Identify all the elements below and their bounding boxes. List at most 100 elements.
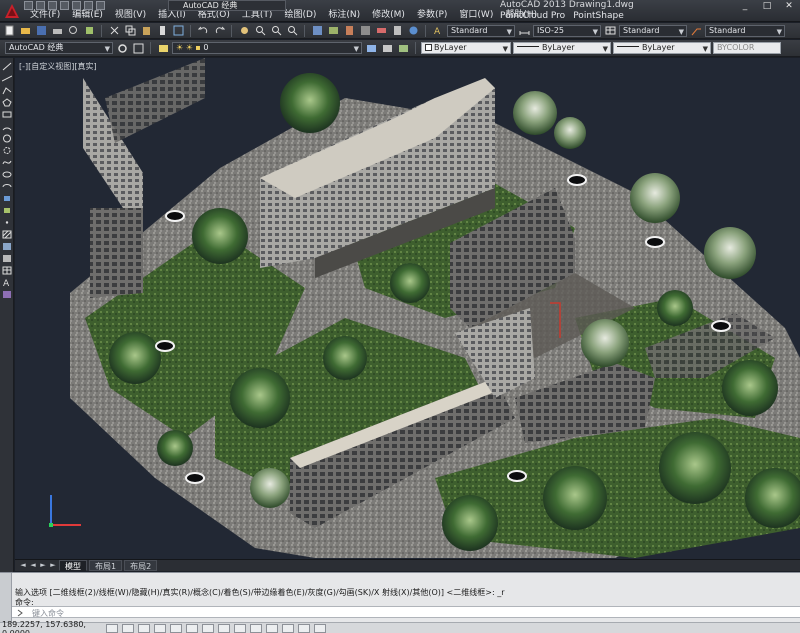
match-properties-icon[interactable] <box>155 24 169 37</box>
snap-mode-icon[interactable] <box>122 624 134 633</box>
first-tab-icon[interactable]: ◄ <box>19 561 27 570</box>
quick-properties-icon[interactable] <box>298 624 310 633</box>
multileader-style-select[interactable]: Standard ▼ <box>705 24 785 37</box>
3d-object-snap-icon[interactable] <box>202 624 214 633</box>
layer-previous-icon[interactable] <box>380 42 394 55</box>
last-tab-icon[interactable]: ► <box>49 561 57 570</box>
circle-icon[interactable] <box>1 134 12 143</box>
new-icon[interactable] <box>24 1 33 10</box>
workspace-settings-icon[interactable] <box>115 42 129 55</box>
block-editor-icon[interactable] <box>171 24 185 37</box>
polar-tracking-icon[interactable] <box>170 624 182 633</box>
tab-layout1[interactable]: 布局1 <box>89 560 123 571</box>
menu-item[interactable]: 标注(N) <box>322 9 366 21</box>
ellipse-icon[interactable] <box>1 170 12 179</box>
cut-icon[interactable] <box>107 24 121 37</box>
arc-icon[interactable] <box>1 122 12 131</box>
undo-icon[interactable] <box>196 24 210 37</box>
zoom-window-icon[interactable] <box>269 24 283 37</box>
make-block-icon[interactable] <box>1 206 12 215</box>
text-style-select[interactable]: Standard ▼ <box>447 24 515 37</box>
linetype-select[interactable]: ByLayer ▼ <box>513 42 611 54</box>
menu-pointcloud-pro[interactable]: PointCloud Pro <box>500 11 565 22</box>
plotstyle-select[interactable]: BYCOLOR <box>713 42 781 54</box>
multiline-text-icon[interactable]: A <box>1 278 12 287</box>
next-tab-icon[interactable]: ► <box>39 561 47 570</box>
point-icon[interactable] <box>1 218 12 227</box>
calculator-icon[interactable] <box>390 24 404 37</box>
transparency-icon[interactable] <box>282 624 294 633</box>
insert-block-icon[interactable] <box>1 194 12 203</box>
redo-icon[interactable] <box>212 24 226 37</box>
drawing-viewport[interactable]: [-][自定义视图][真实] <box>15 58 800 559</box>
tool-palettes-icon[interactable] <box>342 24 356 37</box>
construction-line-icon[interactable] <box>1 74 12 83</box>
grid-display-icon[interactable] <box>138 624 150 633</box>
menu-item[interactable]: 参数(P) <box>411 9 453 21</box>
maximize-icon[interactable]: □ <box>756 0 778 11</box>
plot-preview-icon[interactable] <box>66 24 80 37</box>
color-select[interactable]: ByLayer ▼ <box>421 42 511 54</box>
command-input[interactable]: 键入命令 <box>12 606 800 618</box>
layer-select[interactable]: ☀ ☀ ▪ 0 ▼ <box>172 42 362 54</box>
workspace-dropdown-icon[interactable] <box>131 42 145 55</box>
rectangle-icon[interactable] <box>1 110 12 119</box>
sheet-set-icon[interactable] <box>358 24 372 37</box>
save-file-icon[interactable] <box>34 24 48 37</box>
hatch-icon[interactable] <box>1 230 12 239</box>
plot-icon[interactable] <box>50 24 64 37</box>
lineweight-icon[interactable] <box>266 624 278 633</box>
revision-cloud-icon[interactable] <box>1 146 12 155</box>
prev-tab-icon[interactable]: ◄ <box>29 561 37 570</box>
design-center-icon[interactable] <box>326 24 340 37</box>
application-menu-button[interactable] <box>0 0 24 22</box>
layer-properties-icon[interactable] <box>156 42 170 55</box>
tab-layout2[interactable]: 布局2 <box>124 560 158 571</box>
close-icon[interactable]: ✕ <box>778 0 800 11</box>
open-file-icon[interactable] <box>18 24 32 37</box>
markup-icon[interactable] <box>374 24 388 37</box>
viewport-controls-label[interactable]: [-][自定义视图][真实] <box>19 61 97 72</box>
selection-cycling-icon[interactable] <box>314 624 326 633</box>
line-icon[interactable] <box>1 62 12 71</box>
minimize-icon[interactable]: _ <box>734 0 756 11</box>
dynamic-input-icon[interactable] <box>250 624 262 633</box>
add-selected-icon[interactable] <box>1 290 12 299</box>
paste-icon[interactable] <box>139 24 153 37</box>
redo-icon[interactable] <box>96 1 105 10</box>
open-icon[interactable] <box>36 1 45 10</box>
menu-pointshape[interactable]: PointShape <box>573 11 624 22</box>
object-snap-tracking-icon[interactable] <box>218 624 230 633</box>
object-snap-icon[interactable] <box>186 624 198 633</box>
region-icon[interactable] <box>1 254 12 263</box>
table-style-select[interactable]: Standard ▼ <box>619 24 687 37</box>
infer-constraints-icon[interactable] <box>106 624 118 633</box>
polyline-icon[interactable] <box>1 86 12 95</box>
pan-icon[interactable] <box>237 24 251 37</box>
make-current-layer-icon[interactable] <box>364 42 378 55</box>
ortho-mode-icon[interactable] <box>154 624 166 633</box>
dim-style-select[interactable]: ISO-25 ▼ <box>533 24 601 37</box>
gradient-icon[interactable] <box>1 242 12 251</box>
properties-icon[interactable] <box>310 24 324 37</box>
table-style-icon[interactable] <box>603 24 617 37</box>
dynamic-ucs-icon[interactable] <box>234 624 246 633</box>
publish-icon[interactable] <box>82 24 96 37</box>
zoom-realtime-icon[interactable] <box>253 24 267 37</box>
menu-item[interactable]: 视图(V) <box>109 9 152 21</box>
new-file-icon[interactable] <box>2 24 16 37</box>
layer-states-icon[interactable] <box>396 42 410 55</box>
zoom-previous-icon[interactable] <box>285 24 299 37</box>
menu-item[interactable]: 窗口(W) <box>453 9 499 21</box>
copy-icon[interactable] <box>123 24 137 37</box>
ellipse-arc-icon[interactable] <box>1 182 12 191</box>
menu-item[interactable]: 修改(M) <box>366 9 411 21</box>
help-icon[interactable] <box>406 24 420 37</box>
tab-model[interactable]: 模型 <box>59 560 87 571</box>
save-icon[interactable] <box>48 1 57 10</box>
spline-icon[interactable] <box>1 158 12 167</box>
lineweight-select[interactable]: ByLayer ▼ <box>613 42 711 54</box>
dim-style-icon[interactable] <box>517 24 531 37</box>
text-style-icon[interactable]: A <box>431 24 445 37</box>
workspace-select[interactable]: AutoCAD 经典 ▼ <box>5 42 113 54</box>
